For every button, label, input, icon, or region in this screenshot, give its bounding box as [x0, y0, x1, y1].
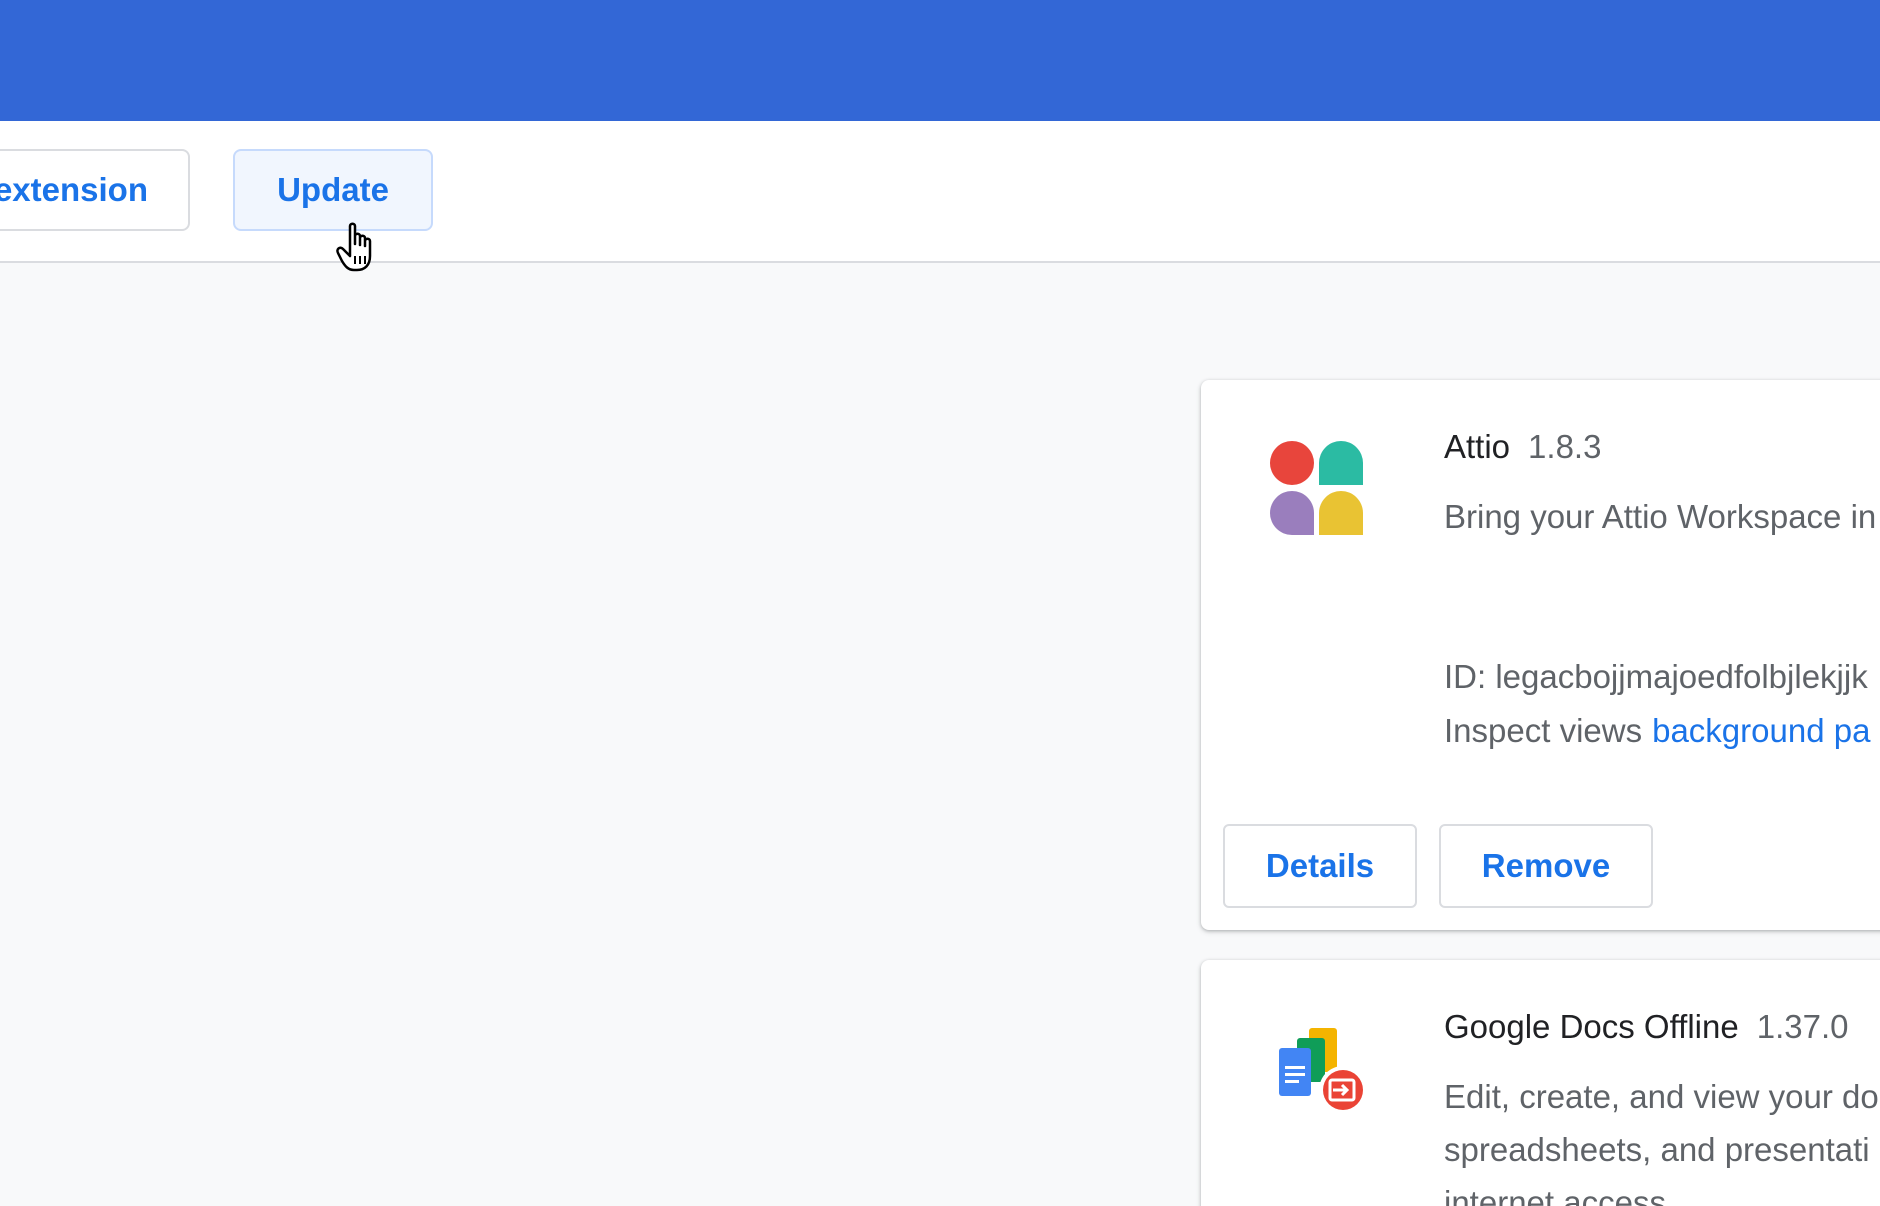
- extension-card-attio: Attio 1.8.3 Bring your Attio Workspace in…: [1201, 380, 1880, 930]
- header-bar: [0, 0, 1880, 121]
- developer-toolbar: extension Update: [0, 121, 1880, 263]
- description-line: internet access.: [1444, 1184, 1676, 1206]
- pack-extension-label: extension: [0, 171, 148, 208]
- extension-version: 1.37.0: [1756, 1008, 1849, 1045]
- description-line: spreadsheets, and presentati: [1444, 1131, 1870, 1168]
- details-button[interactable]: Details: [1223, 824, 1417, 908]
- extension-title: Google Docs Offline 1.37.0: [1444, 1008, 1848, 1046]
- update-label: Update: [277, 171, 389, 208]
- extension-name: Attio: [1444, 428, 1511, 465]
- inspect-views: Inspect views background pa: [1444, 712, 1870, 750]
- extension-description: Bring your Attio Workspace in: [1444, 498, 1877, 535]
- remove-button[interactable]: Remove: [1439, 824, 1653, 908]
- details-label: Details: [1265, 847, 1375, 884]
- extension-id: ID: legacbojjmajoedfolbjlekjjk: [1444, 658, 1868, 695]
- description-line: Edit, create, and view your do: [1444, 1078, 1879, 1115]
- extension-title: Attio 1.8.3: [1444, 428, 1601, 466]
- attio-logo-icon: [1267, 438, 1367, 538]
- hand-cursor-icon: [336, 222, 382, 274]
- extension-name: Google Docs Offline: [1444, 1008, 1739, 1045]
- background-page-link[interactable]: background pa: [1652, 712, 1870, 749]
- extensions-page: extension Update Attio 1.8.3 Bring your A…: [0, 0, 1880, 1206]
- extension-version: 1.8.3: [1528, 428, 1602, 465]
- remove-label: Remove: [1481, 847, 1611, 884]
- google-docs-offline-icon: [1267, 1018, 1367, 1118]
- update-button[interactable]: Update: [233, 149, 433, 231]
- extension-card-google-docs-offline: Google Docs Offline 1.37.0 Edit, create, …: [1201, 960, 1880, 1206]
- extension-description: Edit, create, and view your do spreadshe…: [1444, 1070, 1879, 1206]
- inspect-views-label: Inspect views: [1444, 712, 1643, 749]
- pack-extension-button[interactable]: extension: [0, 149, 190, 231]
